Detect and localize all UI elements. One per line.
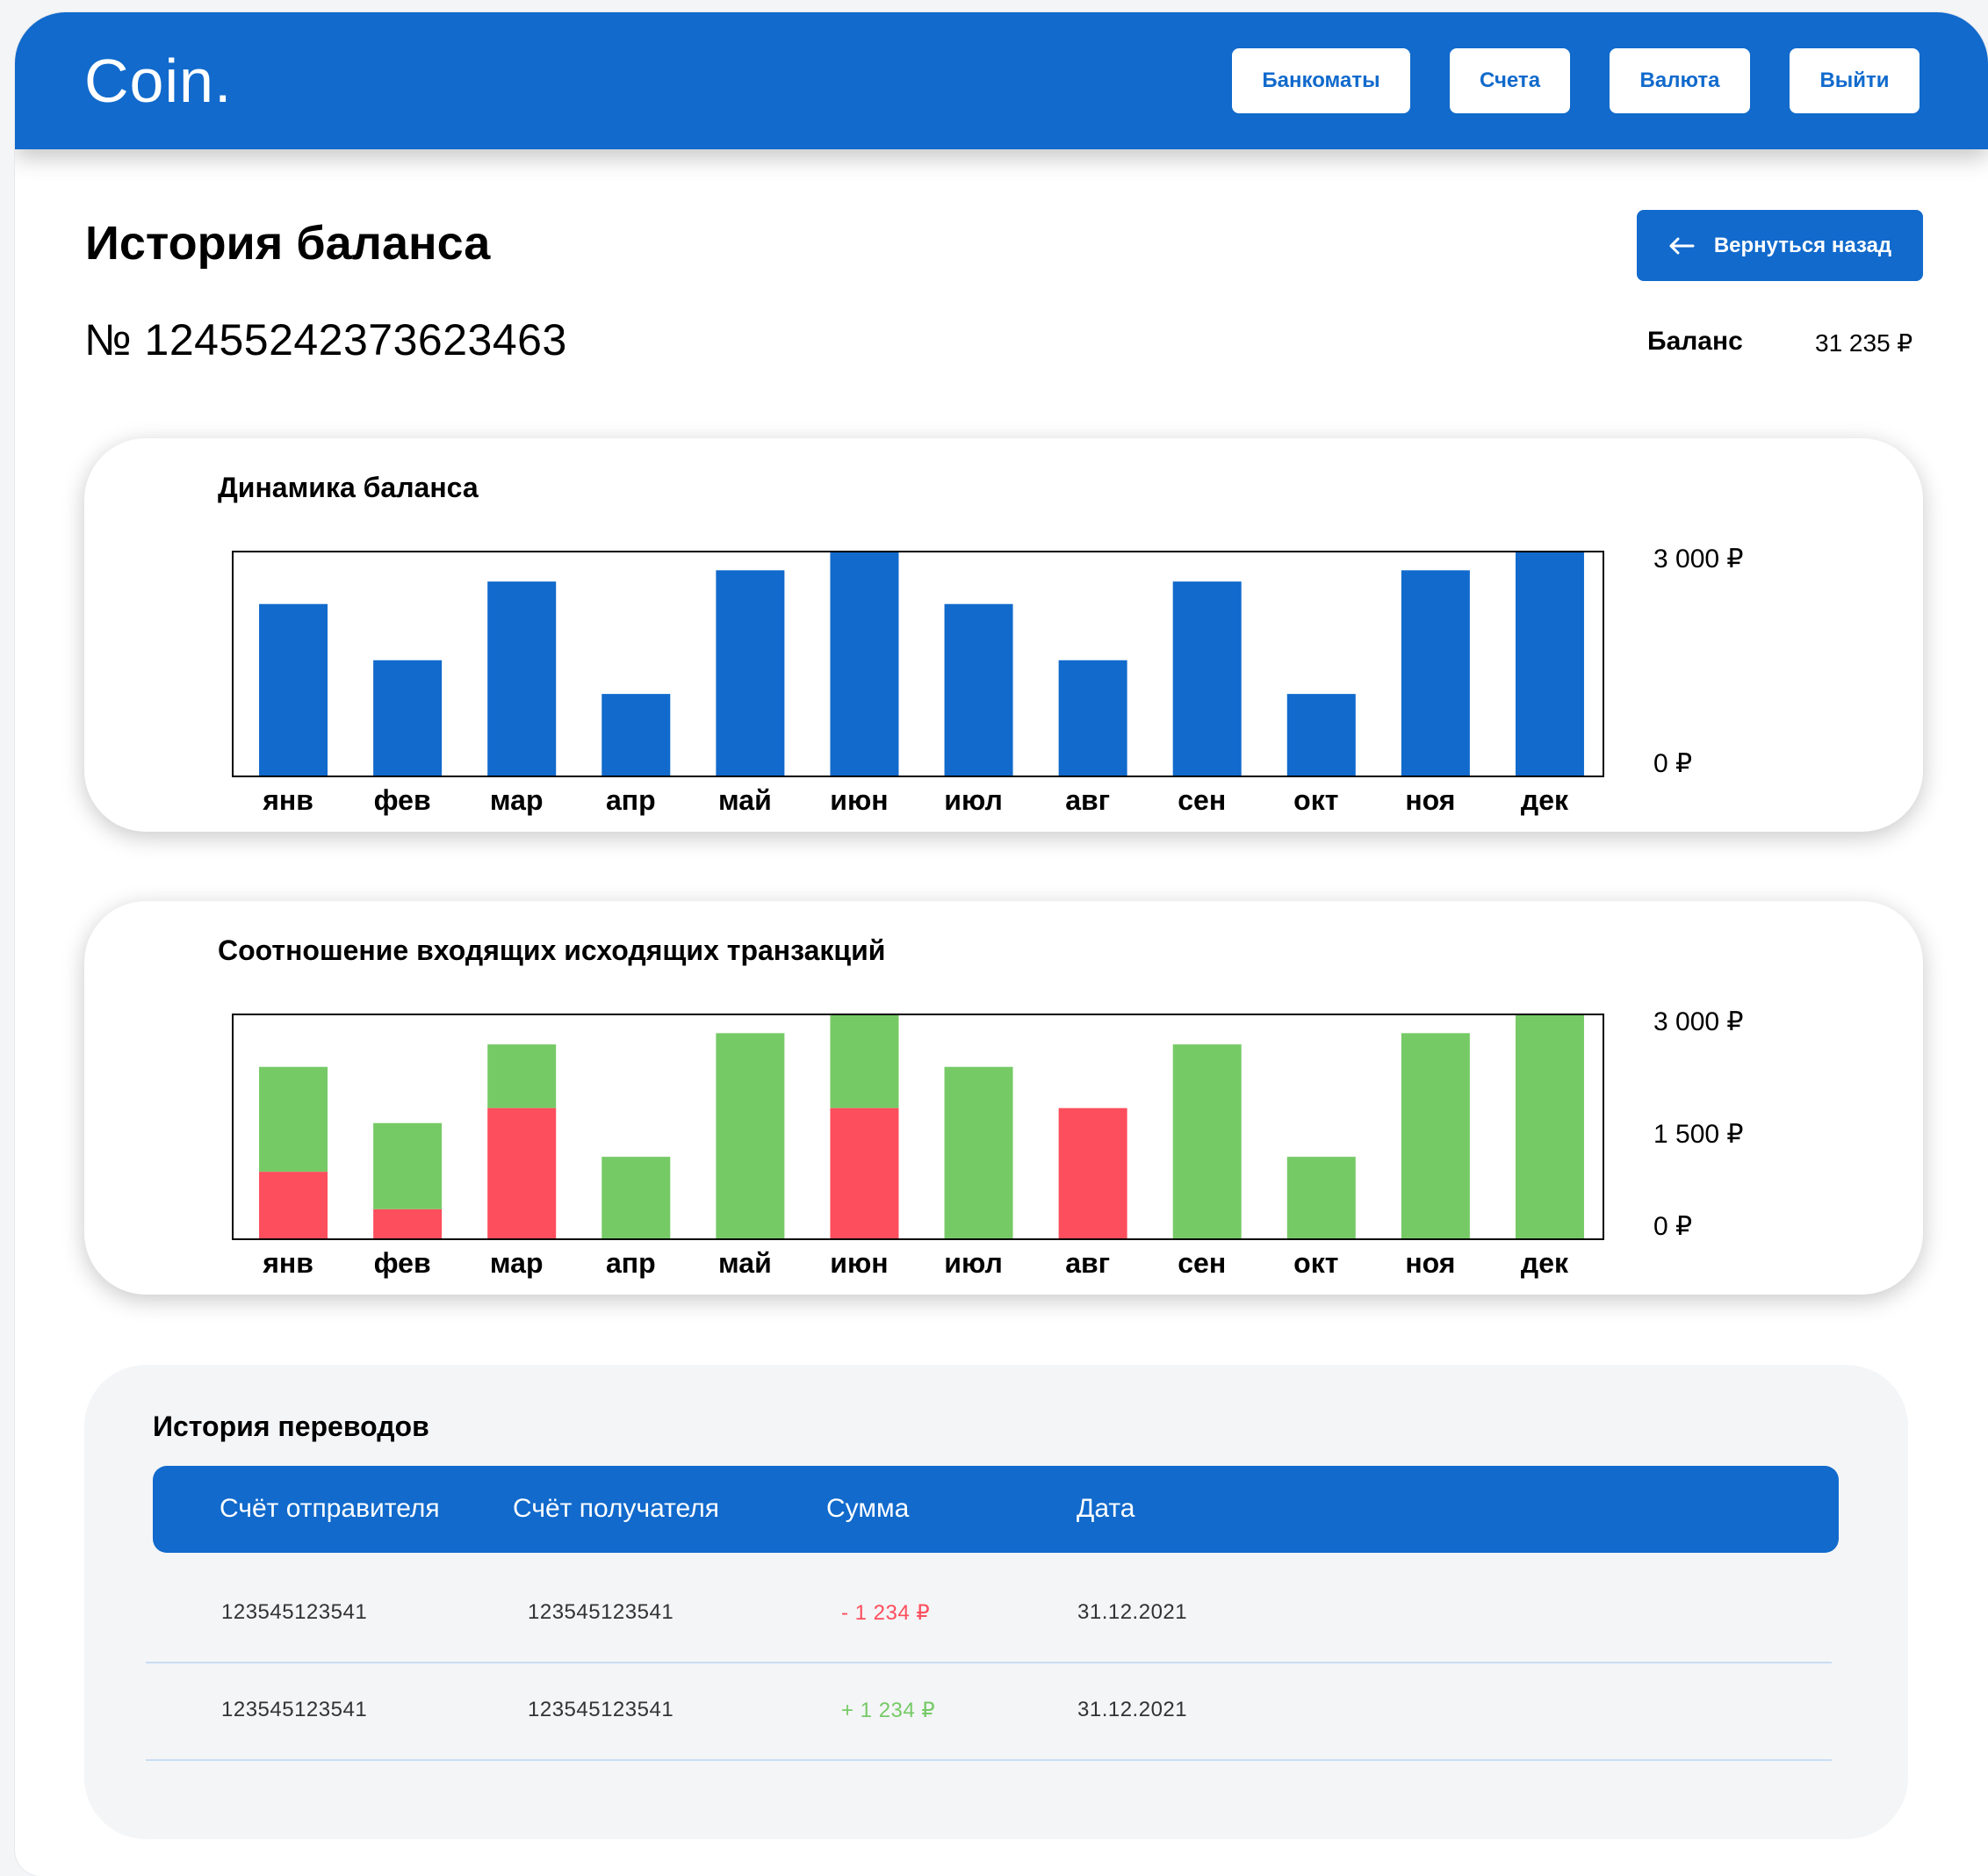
y-tick-label: 0 ₽	[1653, 749, 1692, 778]
balance-value: 31 235 ₽	[1815, 329, 1913, 357]
x-tick-label: май	[718, 1247, 772, 1279]
bar-июл	[944, 603, 1013, 776]
column-amount: Сумма	[826, 1494, 910, 1523]
x-tick-label: мар	[490, 1247, 544, 1279]
bar-outgoing-июн	[830, 1108, 899, 1239]
back-button-label: Вернуться назад	[1713, 233, 1892, 257]
account-number: № 12455242373623463	[84, 315, 567, 364]
recipient-account: 123545123541	[528, 1698, 674, 1721]
bar-outgoing-фев	[373, 1209, 443, 1239]
x-tick-label: мар	[490, 784, 544, 816]
bar-ноя	[1401, 570, 1470, 776]
bar-incoming-июл	[944, 1066, 1013, 1239]
bar-incoming-окт	[1286, 1157, 1356, 1239]
column-recipient: Счёт получателя	[513, 1494, 719, 1523]
table-row: 123545123541 123545123541 + 1 234 ₽ 31.1…	[146, 1663, 1832, 1761]
balance-label: Баланс	[1647, 327, 1743, 356]
bar-фев	[373, 660, 443, 776]
x-tick-label: окт	[1293, 1247, 1338, 1279]
x-tick-label: дек	[1521, 784, 1569, 816]
x-tick-label: июн	[830, 784, 888, 816]
bar-outgoing-авг	[1058, 1108, 1127, 1239]
bar-дек	[1515, 552, 1584, 776]
bar-июн	[830, 552, 899, 776]
transfer-amount: + 1 234 ₽	[841, 1699, 936, 1722]
transfer-amount: - 1 234 ₽	[841, 1601, 931, 1625]
x-tick-label: ноя	[1405, 784, 1455, 816]
bar-incoming-май	[716, 1033, 785, 1239]
bar-incoming-ноя	[1401, 1033, 1470, 1239]
bar-outgoing-мар	[487, 1108, 557, 1239]
transactions-ratio-card[interactable]: Соотношение входящих исходящих транзакци…	[84, 901, 1923, 1295]
x-tick-label: янв	[262, 1247, 313, 1279]
bar-incoming-сен	[1172, 1044, 1242, 1239]
bar-incoming-мар	[487, 1044, 557, 1108]
y-tick-label: 3 000 ₽	[1653, 1007, 1744, 1036]
x-tick-label: ноя	[1405, 1247, 1455, 1279]
x-tick-label: дек	[1521, 1247, 1569, 1279]
transfers-title: История переводов	[153, 1411, 429, 1442]
page-title: История баланса	[85, 217, 491, 270]
x-tick-label: сен	[1178, 1247, 1226, 1279]
x-tick-label: июл	[944, 784, 1003, 816]
x-tick-label: апр	[606, 1247, 656, 1279]
nav-button-currency[interactable]: Валюта	[1610, 48, 1750, 113]
x-tick-label: июн	[830, 1247, 888, 1279]
bar-incoming-апр	[601, 1157, 671, 1239]
y-tick-label: 0 ₽	[1653, 1212, 1692, 1241]
x-tick-label: фев	[374, 784, 431, 816]
bar-апр	[601, 694, 671, 776]
back-button[interactable]: Вернуться назад	[1637, 210, 1923, 281]
balance-dynamics-chart: янв фев мар апр май июн июл авг сен окт ноя дек 3 00…	[232, 545, 1744, 816]
bar-incoming-июн	[830, 1014, 899, 1108]
transfers-table-header: Счёт отправителя Счёт получателя Сумма Д…	[153, 1466, 1839, 1553]
app-window: Coin. Банкоматы Счета Валюта Выйти Истор…	[15, 12, 1988, 1876]
nav-button-atms[interactable]: Банкоматы	[1232, 48, 1410, 113]
x-tick-label: авг	[1065, 784, 1110, 816]
nav-button-logout[interactable]: Выйти	[1790, 48, 1920, 113]
transfers-section: История переводов Счёт отправителя Счёт …	[84, 1365, 1908, 1839]
x-tick-label: фев	[374, 1247, 431, 1279]
balance-dynamics-card[interactable]: Динамика баланса янв фев мар апр май июн июл ав…	[84, 438, 1923, 832]
table-row: 123545123541 123545123541 - 1 234 ₽ 31.1…	[146, 1565, 1832, 1663]
bar-сен	[1172, 581, 1242, 776]
transfer-date: 31.12.2021	[1077, 1600, 1188, 1624]
bar-янв	[259, 603, 328, 776]
transactions-ratio-chart: янв фев мар апр май июн июл авг сен окт ноя дек 3 00…	[232, 1007, 1744, 1279]
column-date: Дата	[1077, 1494, 1135, 1523]
bar-май	[716, 570, 785, 776]
x-tick-label: апр	[606, 784, 656, 816]
x-tick-label: сен	[1178, 784, 1226, 816]
x-tick-label: июл	[944, 1247, 1003, 1279]
transfer-date: 31.12.2021	[1077, 1698, 1188, 1721]
top-header: Coin. Банкоматы Счета Валюта Выйти	[15, 12, 1988, 149]
recipient-account: 123545123541	[528, 1600, 674, 1624]
sender-account: 123545123541	[221, 1698, 368, 1721]
bar-incoming-янв	[259, 1066, 328, 1172]
nav-button-accounts[interactable]: Счета	[1450, 48, 1570, 113]
bar-outgoing-янв	[259, 1172, 328, 1239]
logo: Coin.	[84, 47, 233, 115]
sender-account: 123545123541	[221, 1600, 368, 1624]
column-sender: Счёт отправителя	[220, 1494, 440, 1523]
x-tick-label: авг	[1065, 1247, 1110, 1279]
x-tick-label: окт	[1293, 784, 1338, 816]
bar-incoming-дек	[1515, 1014, 1584, 1239]
y-tick-label: 3 000 ₽	[1653, 545, 1744, 574]
bar-мар	[487, 581, 557, 776]
x-tick-label: янв	[262, 784, 313, 816]
arrow-left-icon	[1669, 237, 1695, 254]
y-tick-label: 1 500 ₽	[1653, 1120, 1744, 1149]
bar-incoming-фев	[373, 1122, 443, 1209]
bar-окт	[1286, 694, 1356, 776]
x-tick-label: май	[718, 784, 772, 816]
bar-авг	[1058, 660, 1127, 776]
